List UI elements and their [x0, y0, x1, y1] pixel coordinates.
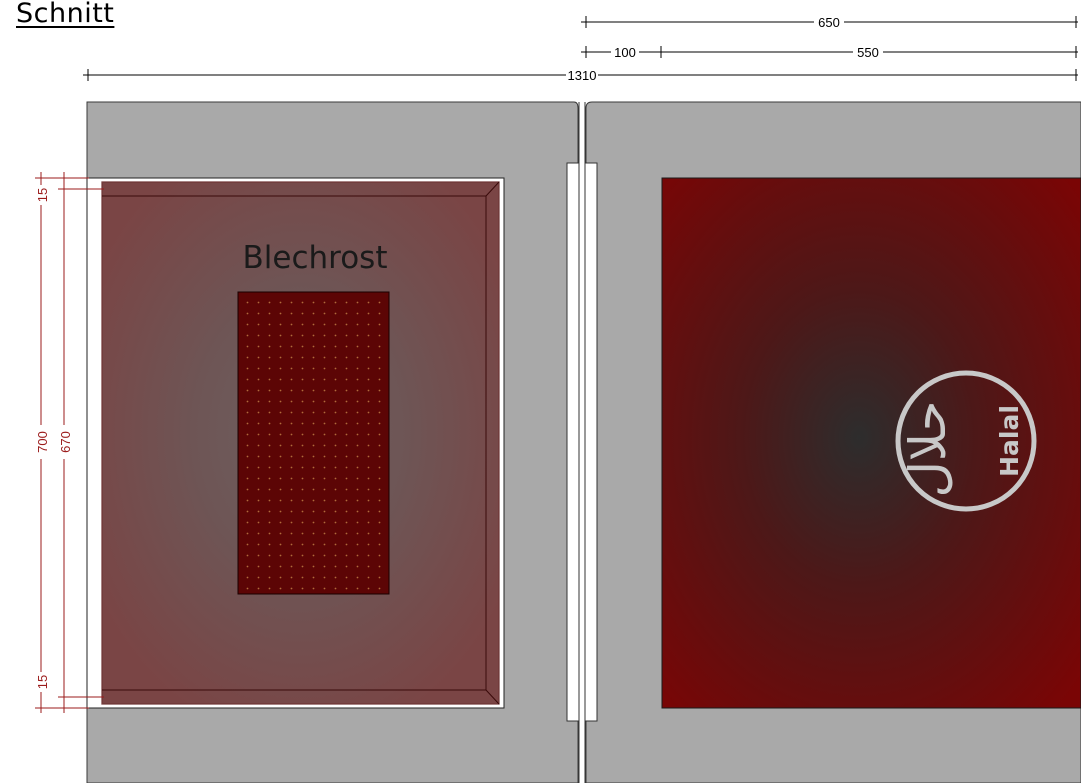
dim-label-top-left: 100 — [614, 45, 636, 60]
dim-label-side-top-small: 15 — [35, 188, 50, 202]
dim-label-side-outer: 700 — [35, 431, 50, 453]
halal-text: Halal — [995, 405, 1024, 477]
dim-label-top-total: 650 — [818, 15, 840, 30]
dim-label-overall: 1310 — [568, 68, 597, 83]
dimension-top-split — [581, 44, 1078, 58]
section-drawing: 650 100 550 1310 Blechrost Halal حلال 15… — [33, 14, 1081, 783]
rack-label: Blechrost — [243, 240, 388, 276]
perforated-grid — [237, 291, 390, 595]
dim-label-side-inner: 670 — [58, 431, 73, 453]
halal-arabic-text: حلال — [899, 400, 957, 497]
dim-label-side-bottom-small: 15 — [35, 675, 50, 689]
center-hinge — [566, 102, 598, 783]
dim-label-top-right: 550 — [857, 45, 879, 60]
